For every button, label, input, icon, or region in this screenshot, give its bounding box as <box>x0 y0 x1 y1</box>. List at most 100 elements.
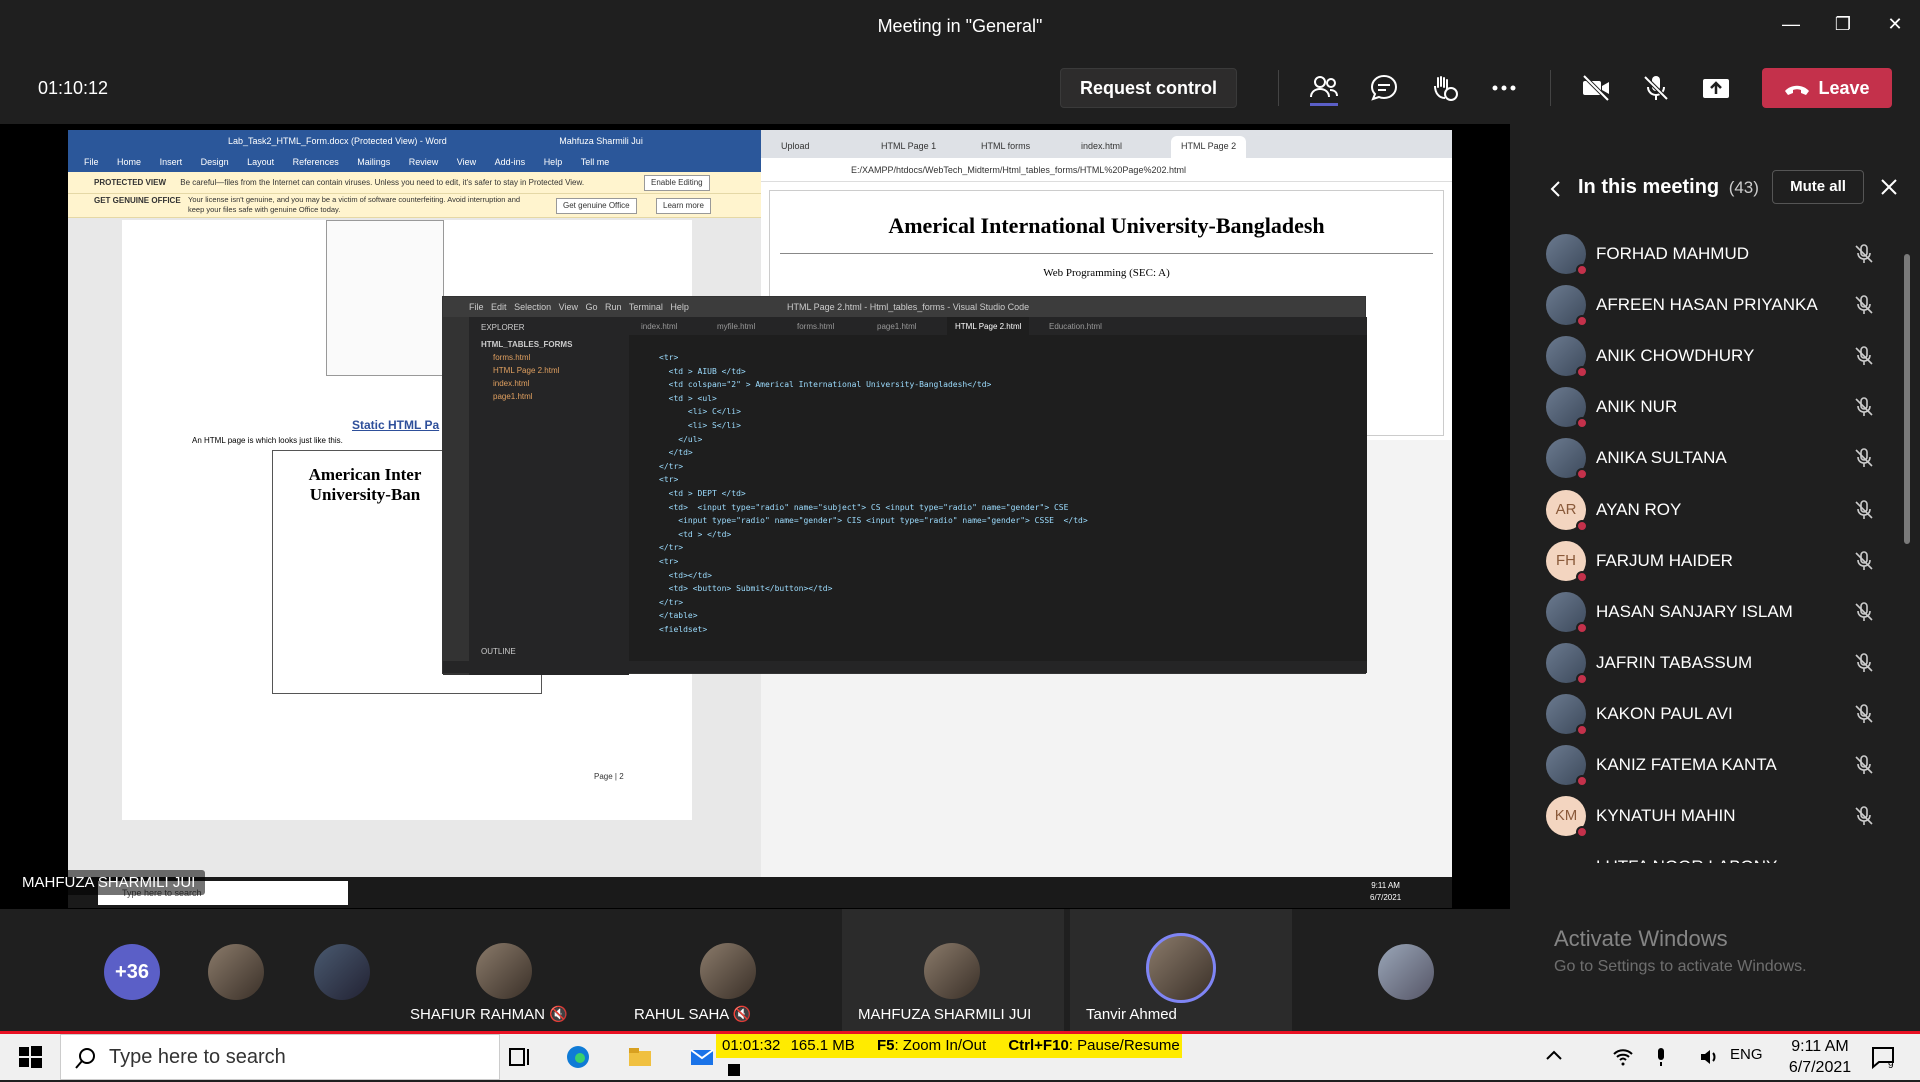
request-control-button[interactable]: Request control <box>1060 68 1237 108</box>
mic-off-icon[interactable] <box>1852 242 1876 266</box>
edge-icon[interactable] <box>564 1043 592 1071</box>
participant-name: AYAN ROY <box>1596 499 1682 519</box>
code-line: </td> <box>659 448 693 458</box>
browser-tabs: Upload HTML Page 1 HTML forms index.html… <box>761 130 1452 158</box>
code-line: <td> <input type="radio" name="subject">… <box>659 502 1069 512</box>
mute-all-button[interactable]: Mute all <box>1772 170 1864 204</box>
editor-tab: Education.html <box>1049 322 1102 331</box>
video-strip: +36 SHAFIUR RAHMAN 🔇 RAHUL SAHA 🔇 MAHFUZ… <box>0 909 1512 1031</box>
mic-tray-icon[interactable] <box>1650 1046 1672 1068</box>
code-line: <fieldset> <box>659 624 708 634</box>
taskbar-search-placeholder: Type here to search <box>109 1046 286 1068</box>
vscode-title: HTML Page 2.html - Html_tables_forms - V… <box>787 302 1030 312</box>
vscode-explorer: EXPLORER HTML_TABLES_FORMS forms.html HT… <box>469 317 629 675</box>
editor-tab: page1.html <box>877 322 917 331</box>
enable-editing-button: Enable Editing <box>644 175 710 191</box>
mic-off-icon[interactable] <box>1852 446 1876 470</box>
participant-name: FARJUM HAIDER <box>1596 550 1733 570</box>
participant-row[interactable]: LUTFA NOOR LABONY <box>1512 837 1920 863</box>
mic-off-icon[interactable] <box>1852 395 1876 419</box>
mic-off-icon[interactable] <box>1852 753 1876 777</box>
chevron-left-icon[interactable] <box>1548 180 1564 198</box>
phone-hangup-icon <box>1785 86 1810 96</box>
volume-icon[interactable] <box>1698 1046 1720 1068</box>
participant-name: KAKON PAUL AVI <box>1596 703 1733 723</box>
mic-off-icon[interactable] <box>1852 498 1876 522</box>
video-tile-speaking[interactable]: Tanvir Ahmed <box>1070 909 1292 1031</box>
doc-heading: Static HTML Pa <box>352 418 440 432</box>
video-tile-name-text: SHAFIUR RAHMAN <box>410 1006 546 1023</box>
word-menu-item: Mailings <box>357 157 391 167</box>
protected-view-bar: PROTECTED VIEW Be careful—files from the… <box>68 172 761 194</box>
mail-icon[interactable] <box>688 1043 716 1071</box>
taskbar-clock[interactable]: 9:11 AM 6/7/2021 <box>1770 1036 1870 1078</box>
vscode-window: File Edit Selection View Go Run Terminal… <box>442 296 1367 675</box>
mic-off-icon[interactable] <box>1852 804 1876 828</box>
language-indicator[interactable]: ENG <box>1730 1046 1763 1063</box>
browser-tab: HTML forms <box>981 141 1031 151</box>
video-tile[interactable]: MAHFUZA SHARMILI JUI <box>842 909 1064 1031</box>
video-avatar <box>208 944 264 1000</box>
chevron-up-icon[interactable] <box>1544 1046 1564 1066</box>
taskbar-date: 6/7/2021 <box>1788 1059 1852 1076</box>
mic-off-icon[interactable] <box>1852 651 1876 675</box>
chat-icon[interactable] <box>1366 70 1402 106</box>
participants-icon[interactable] <box>1306 70 1342 106</box>
close-icon[interactable]: ✕ <box>1880 12 1910 36</box>
mic-off-icon: 🔇 <box>732 1006 752 1023</box>
mic-off-icon[interactable] <box>1852 293 1876 317</box>
camera-off-icon[interactable] <box>1578 70 1614 106</box>
leave-label: Leave <box>1818 78 1870 98</box>
video-tile[interactable]: SHAFIUR RAHMAN 🔇 <box>394 909 616 1031</box>
more-participants-button[interactable]: +36 <box>104 944 160 1000</box>
get-genuine-button: Get genuine Office <box>556 198 637 214</box>
explorer-file: forms.html <box>493 353 531 362</box>
mic-off-icon[interactable] <box>1852 600 1876 624</box>
stop-record-icon[interactable] <box>728 1064 740 1077</box>
more-actions-icon[interactable] <box>1486 70 1522 106</box>
shared-screen: Lab_Task2_HTML_Form.docx (Protected View… <box>68 130 1452 908</box>
file-explorer-icon[interactable] <box>626 1043 654 1071</box>
mic-off-icon[interactable] <box>1638 70 1674 106</box>
participant-name: KANIZ FATEMA KANTA <box>1596 755 1777 774</box>
windows-start-icon[interactable] <box>16 1043 44 1071</box>
recorder-elapsed: 01:01:32 <box>722 1037 781 1054</box>
web-subheading: Web Programming (SEC: A) <box>1043 267 1170 279</box>
vscode-activity-bar <box>443 317 469 675</box>
reactions-icon[interactable] <box>1426 70 1462 106</box>
panel-scrollbar[interactable] <box>1904 254 1910 544</box>
code-line: <td></td> <box>659 570 712 580</box>
mic-off-icon[interactable] <box>1852 702 1876 726</box>
mic-off-icon[interactable] <box>1852 344 1876 368</box>
code-line: <input type="radio" name="gender"> CIS <… <box>659 516 1088 526</box>
genuine-text: Your license isn't genuine, and you may … <box>188 195 521 214</box>
task-view-icon[interactable] <box>506 1043 534 1071</box>
word-user: Mahfuza Sharmili Jui <box>559 136 643 146</box>
browser-tab: index.html <box>1081 141 1123 151</box>
minimize-icon[interactable]: — <box>1776 12 1806 36</box>
panel-title-text: In this meeting <box>1578 176 1720 198</box>
video-avatar <box>1378 944 1434 1000</box>
leave-button[interactable]: Leave <box>1762 68 1892 108</box>
vscode-menu-item: Selection <box>514 302 552 312</box>
wifi-icon[interactable] <box>1612 1046 1634 1068</box>
code-line: </ul> <box>659 434 703 444</box>
video-tile-name: MAHFUZA SHARMILI JUI <box>858 1006 1032 1023</box>
notification-count: 9 <box>1888 1060 1894 1071</box>
word-title-bar: Lab_Task2_HTML_Form.docx (Protected View… <box>68 130 761 152</box>
code-line: <tr> <box>659 353 679 362</box>
recorder-bar: 01:01:32 165.1 MB F5: Zoom In/Out Ctrl+F… <box>716 1034 1182 1077</box>
close-panel-icon[interactable] <box>1880 178 1898 196</box>
share-screen-icon[interactable] <box>1698 70 1734 106</box>
code-line: <td > AIUB </td> <box>659 366 746 376</box>
restore-icon[interactable]: ❐ <box>1828 12 1858 36</box>
code-line: </tr> <box>659 461 684 471</box>
taskbar-search-input[interactable]: Type here to search <box>60 1034 500 1080</box>
video-avatar <box>314 944 370 1000</box>
word-menu-item: Design <box>200 157 229 167</box>
explorer-label: EXPLORER <box>481 323 525 332</box>
video-tile[interactable]: RAHUL SAHA 🔇 <box>618 909 840 1031</box>
shared-taskbar-clock: 9:11 AM 6/7/2021 <box>1370 880 1401 904</box>
video-avatar <box>924 943 980 999</box>
mic-off-icon[interactable] <box>1852 549 1876 573</box>
